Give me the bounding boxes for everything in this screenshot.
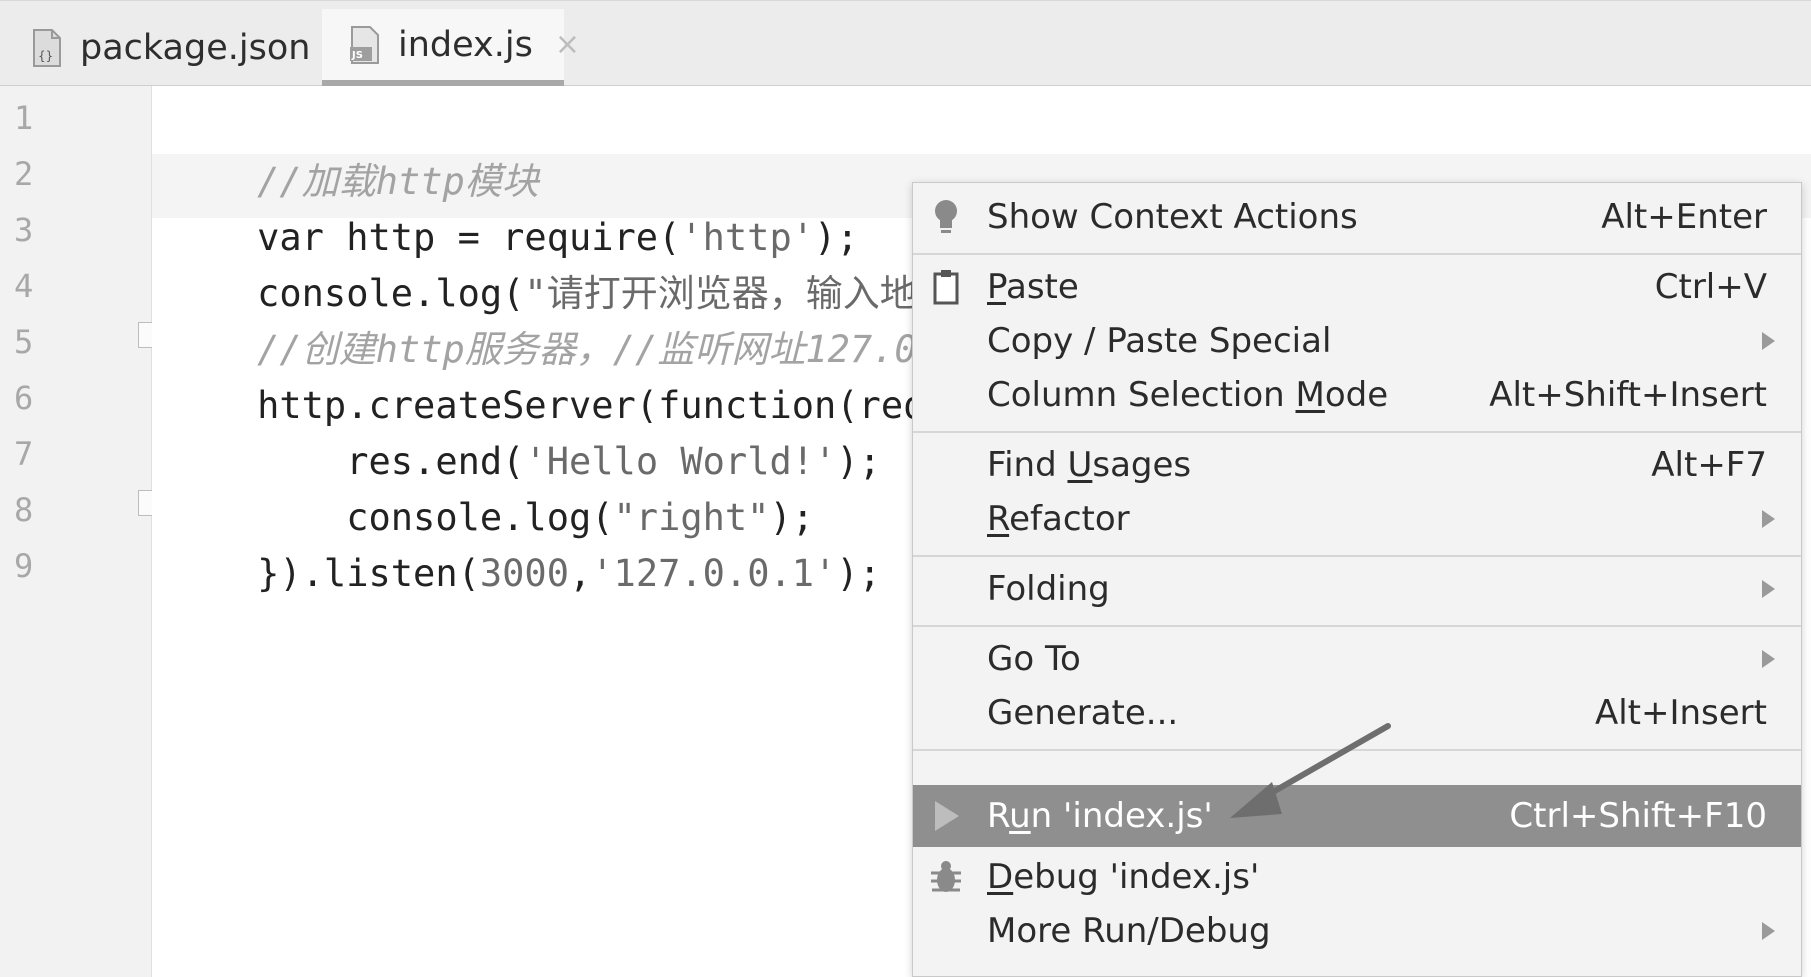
menu-item-shortcut: Alt+F7 <box>1651 445 1767 485</box>
menu-item-label: Generate... <box>987 693 1179 733</box>
code-text: ); <box>836 552 881 595</box>
menu-item-label: Find Usages <box>987 445 1192 485</box>
menu-item-shortcut: Alt+Enter <box>1601 197 1767 237</box>
code-line-1: //加载http模块 <box>168 86 539 203</box>
submenu-arrow-icon <box>1762 510 1775 528</box>
line-number: 1 <box>14 99 34 137</box>
menu-item-shortcut: Ctrl+V <box>1654 267 1767 307</box>
code-line-5: http.createServer(function(req, <box>168 310 948 427</box>
menu-separator <box>913 253 1801 255</box>
line-number: 9 <box>14 547 34 585</box>
menu-item-label: More Run/Debug <box>987 911 1271 951</box>
code-line-6: res.end('Hello World!'); <box>168 366 881 483</box>
menu-separator <box>913 625 1801 627</box>
submenu-arrow-icon <box>1762 332 1775 350</box>
menu-item-refactor[interactable]: Refactor <box>913 489 1801 549</box>
svg-text:JS: JS <box>351 50 363 61</box>
code-line-2: var http = require('http'); <box>168 142 858 259</box>
menu-item-shortcut: Alt+Insert <box>1594 693 1767 733</box>
line-number: 6 <box>14 379 34 417</box>
menu-item-column-selection-mode[interactable]: Column Selection Mode Alt+Shift+Insert <box>913 365 1801 425</box>
menu-item-label: Show Context Actions <box>987 197 1358 237</box>
line-number: 5 <box>14 323 34 361</box>
tab-index-js[interactable]: JS index.js × <box>322 9 580 86</box>
menu-item-shortcut: Ctrl+Shift+F10 <box>1509 796 1767 836</box>
menu-separator <box>913 431 1801 433</box>
menu-item-label: Paste <box>987 267 1079 307</box>
lightbulb-icon <box>929 197 963 237</box>
js-file-icon: JS <box>348 25 382 65</box>
code-line-4: //创建http服务器，//监听网址127.0.0. <box>168 254 983 371</box>
menu-item-label: Go To <box>987 639 1081 679</box>
pointer-arrow-icon <box>1230 723 1391 818</box>
menu-item-label: Column Selection Mode <box>987 375 1389 415</box>
line-number-gutter: 1 2 3 4 5 6 7 8 9 <box>0 86 160 977</box>
code-line-7: console.log("right"); <box>168 422 814 539</box>
menu-item-more-run-debug[interactable]: More Run/Debug <box>913 901 1801 961</box>
json-file-icon: {} <box>30 28 64 68</box>
run-play-icon <box>929 796 963 836</box>
code-text: ); <box>836 440 881 483</box>
line-number: 7 <box>14 435 34 473</box>
clipboard-icon <box>929 267 963 307</box>
code-line-3: console.log("请打开浏览器，输入地址 <box>168 198 954 315</box>
bug-icon <box>929 857 963 897</box>
tab-label: package.json <box>80 27 311 68</box>
menu-item-paste[interactable]: Paste Ctrl+V <box>913 257 1801 317</box>
menu-item-label: Copy / Paste Special <box>987 321 1332 361</box>
menu-item-label: Debug 'index.js' <box>987 857 1260 897</box>
menu-item-label: Run 'index.js' <box>987 796 1213 836</box>
line-number: 8 <box>14 491 34 529</box>
submenu-arrow-icon <box>1762 580 1775 598</box>
code-text: , <box>568 552 592 595</box>
menu-item-debug-index-js[interactable]: Debug 'index.js' <box>913 847 1801 907</box>
menu-item-label: Refactor <box>987 499 1130 539</box>
code-string: '127.0.0.1' <box>591 552 837 595</box>
menu-item-copy-paste-special[interactable]: Copy / Paste Special <box>913 311 1801 371</box>
line-number: 4 <box>14 267 34 305</box>
editor-tab-bar: {} package.json × JS index.js × <box>0 0 1811 86</box>
line-number: 2 <box>14 155 34 193</box>
menu-item-folding[interactable]: Folding <box>913 559 1801 619</box>
code-number: 3000 <box>479 552 569 595</box>
editor-context-menu: Show Context Actions Alt+Enter Paste Ctr… <box>912 182 1802 977</box>
menu-item-find-usages[interactable]: Find Usages Alt+F7 <box>913 435 1801 495</box>
code-text: }).listen( <box>257 552 480 595</box>
submenu-arrow-icon <box>1762 922 1775 940</box>
svg-text:{}: {} <box>38 49 53 63</box>
tab-label: index.js <box>398 24 533 65</box>
menu-item-show-context-actions[interactable]: Show Context Actions Alt+Enter <box>913 187 1801 247</box>
line-number: 3 <box>14 211 34 249</box>
menu-item-label: Folding <box>987 569 1110 609</box>
code-line-8: }).listen(3000,'127.0.0.1'); <box>168 478 881 595</box>
menu-item-go-to[interactable]: Go To <box>913 629 1801 689</box>
close-tab-icon[interactable]: × <box>555 27 580 62</box>
menu-separator <box>913 555 1801 557</box>
submenu-arrow-icon <box>1762 650 1775 668</box>
tab-package-json[interactable]: {} package.json × <box>0 9 358 86</box>
menu-item-shortcut: Alt+Shift+Insert <box>1489 375 1767 415</box>
